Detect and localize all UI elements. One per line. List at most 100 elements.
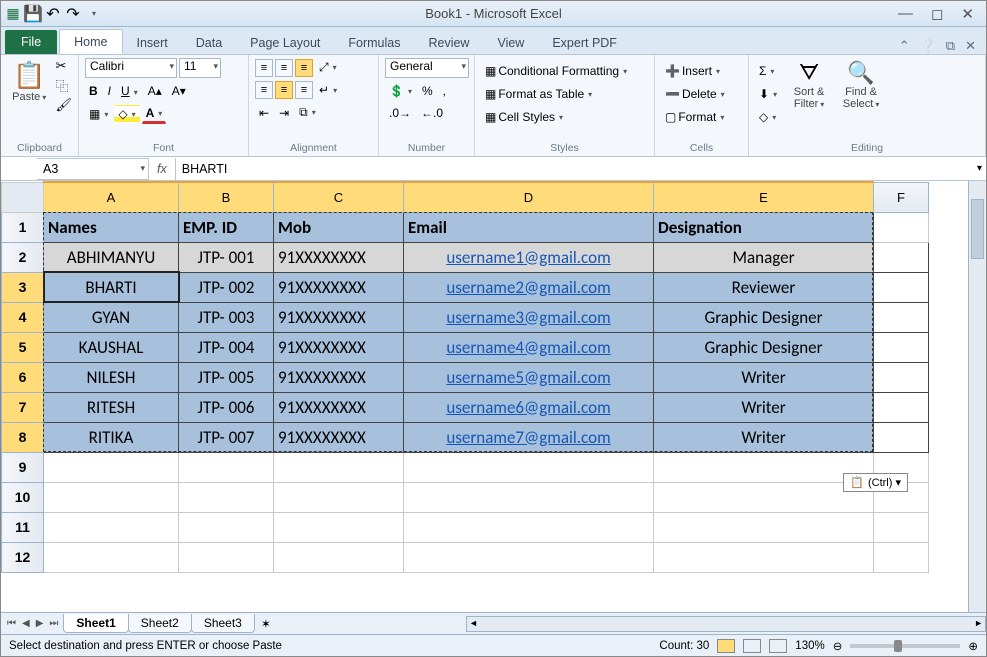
tab-expert-pdf[interactable]: Expert PDF	[538, 31, 631, 54]
cell-styles-button[interactable]: ▦Cell Styles	[481, 108, 567, 126]
italic-button[interactable]: I	[104, 82, 115, 100]
sheet-tab-2[interactable]: Sheet2	[128, 614, 192, 633]
table-header[interactable]: Designation	[654, 212, 874, 242]
col-header-D[interactable]: D	[404, 182, 654, 212]
vertical-scrollbar[interactable]	[968, 181, 986, 612]
cell-email[interactable]: username7@gmail.com	[404, 422, 654, 452]
cell-designation[interactable]: Manager	[654, 242, 874, 272]
clear-button[interactable]: ◇	[755, 108, 781, 126]
redo-icon[interactable]: ↷	[65, 6, 81, 22]
comma-button[interactable]: ,	[439, 82, 450, 100]
row-header-5[interactable]: 5	[2, 332, 44, 362]
cell-empid[interactable]: JTP- 003	[179, 302, 274, 332]
cell-mob[interactable]: 91XXXXXXXX	[274, 302, 404, 332]
paste-button[interactable]: 📋 Paste	[7, 58, 51, 103]
row-header-1[interactable]: 1	[2, 212, 44, 242]
cell-empid[interactable]: JTP- 007	[179, 422, 274, 452]
cell-designation[interactable]: Writer	[654, 392, 874, 422]
copy-icon[interactable]: ⿻	[55, 76, 72, 95]
align-middle-button[interactable]: ≡	[275, 59, 293, 77]
cell-empty[interactable]	[874, 242, 929, 272]
cell-empty[interactable]	[179, 452, 274, 482]
sheet-tab-1[interactable]: Sheet1	[63, 614, 128, 633]
orientation-button[interactable]: ⤢	[315, 58, 341, 77]
tab-home[interactable]: Home	[59, 29, 122, 54]
col-header-B[interactable]: B	[179, 182, 274, 212]
cell-email[interactable]: username1@gmail.com	[404, 242, 654, 272]
autosum-button[interactable]: Σ	[755, 62, 781, 80]
fx-icon[interactable]: fx	[149, 162, 175, 176]
cell-empty[interactable]	[874, 512, 929, 542]
cell-name[interactable]: RITIKA	[44, 422, 179, 452]
cell-mob[interactable]: 91XXXXXXXX	[274, 392, 404, 422]
cell-email[interactable]: username3@gmail.com	[404, 302, 654, 332]
cell-mob[interactable]: 91XXXXXXXX	[274, 422, 404, 452]
cell-empty[interactable]	[874, 212, 929, 242]
percent-button[interactable]: %	[418, 82, 437, 100]
sort-filter-button[interactable]: ᗊ Sort & Filter	[785, 58, 833, 110]
insert-cells-button[interactable]: ➕Insert	[661, 62, 724, 80]
align-bottom-button[interactable]: ≡	[295, 59, 313, 77]
cell-designation[interactable]: Writer	[654, 422, 874, 452]
zoom-in-button[interactable]: ⊕	[968, 639, 978, 653]
cell-empty[interactable]	[44, 542, 179, 572]
minimize-ribbon-icon[interactable]: ⌃	[899, 38, 910, 54]
row-header-6[interactable]: 6	[2, 362, 44, 392]
cell-email[interactable]: username6@gmail.com	[404, 392, 654, 422]
tab-formulas[interactable]: Formulas	[334, 31, 414, 54]
increase-indent-button[interactable]: ⇥	[275, 104, 293, 122]
cell-name[interactable]: KAUSHAL	[44, 332, 179, 362]
tab-page-layout[interactable]: Page Layout	[236, 31, 334, 54]
window-close-inner-icon[interactable]: ✕	[965, 38, 976, 54]
maximize-icon[interactable]: ◻	[931, 5, 943, 23]
cell-empty[interactable]	[404, 452, 654, 482]
cell-empty[interactable]	[654, 542, 874, 572]
name-box[interactable]: A3	[37, 158, 149, 180]
cell-empty[interactable]	[874, 302, 929, 332]
merge-button[interactable]: ⧉	[295, 103, 320, 122]
window-restore-icon[interactable]: ⧉	[946, 38, 955, 54]
close-icon[interactable]: ✕	[961, 5, 974, 23]
cell-empty[interactable]	[874, 272, 929, 302]
row-header-8[interactable]: 8	[2, 422, 44, 452]
undo-icon[interactable]: ↶	[45, 6, 61, 22]
cell-empty[interactable]	[179, 512, 274, 542]
cell-empty[interactable]	[404, 512, 654, 542]
font-color-button[interactable]: A	[142, 104, 167, 124]
table-header[interactable]: Names	[44, 212, 179, 242]
align-top-button[interactable]: ≡	[255, 59, 273, 77]
cell-empty[interactable]	[874, 362, 929, 392]
accounting-format-button[interactable]: 💲	[385, 82, 416, 100]
cell-empty[interactable]	[404, 482, 654, 512]
help-icon[interactable]: ❔	[920, 38, 936, 54]
increase-decimal-button[interactable]: .0→	[385, 104, 415, 122]
tab-insert[interactable]: Insert	[123, 31, 182, 54]
underline-button[interactable]: U	[117, 82, 142, 100]
spreadsheet-grid[interactable]: ABCDEF1NamesEMP. IDMobEmailDesignation2A…	[1, 181, 929, 573]
cell-email[interactable]: username5@gmail.com	[404, 362, 654, 392]
cell-empty[interactable]	[44, 512, 179, 542]
cell-mob[interactable]: 91XXXXXXXX	[274, 272, 404, 302]
cell-email[interactable]: username4@gmail.com	[404, 332, 654, 362]
row-header-9[interactable]: 9	[2, 452, 44, 482]
grow-font-button[interactable]: A▴	[144, 82, 166, 100]
zoom-out-button[interactable]: ⊖	[833, 639, 843, 653]
border-button[interactable]: ▦	[85, 105, 112, 123]
cell-name[interactable]: RITESH	[44, 392, 179, 422]
paste-options-badge[interactable]: 📋 (Ctrl) ▾	[843, 473, 908, 492]
row-header-11[interactable]: 11	[2, 512, 44, 542]
wrap-text-button[interactable]: ↵	[315, 81, 341, 99]
row-header-4[interactable]: 4	[2, 302, 44, 332]
cell-mob[interactable]: 91XXXXXXXX	[274, 332, 404, 362]
save-icon[interactable]: 💾	[25, 6, 41, 22]
sheet-nav-prev-icon[interactable]: ◀	[20, 617, 32, 630]
normal-view-button[interactable]	[717, 639, 735, 653]
cell-empid[interactable]: JTP- 002	[179, 272, 274, 302]
cut-icon[interactable]: ✂	[55, 58, 72, 74]
format-painter-icon[interactable]: 🖌	[55, 97, 72, 113]
fill-color-button[interactable]: ◇	[114, 105, 139, 123]
number-format-select[interactable]: General	[385, 58, 469, 78]
row-header-2[interactable]: 2	[2, 242, 44, 272]
cell-empty[interactable]	[404, 542, 654, 572]
table-header[interactable]: EMP. ID	[179, 212, 274, 242]
